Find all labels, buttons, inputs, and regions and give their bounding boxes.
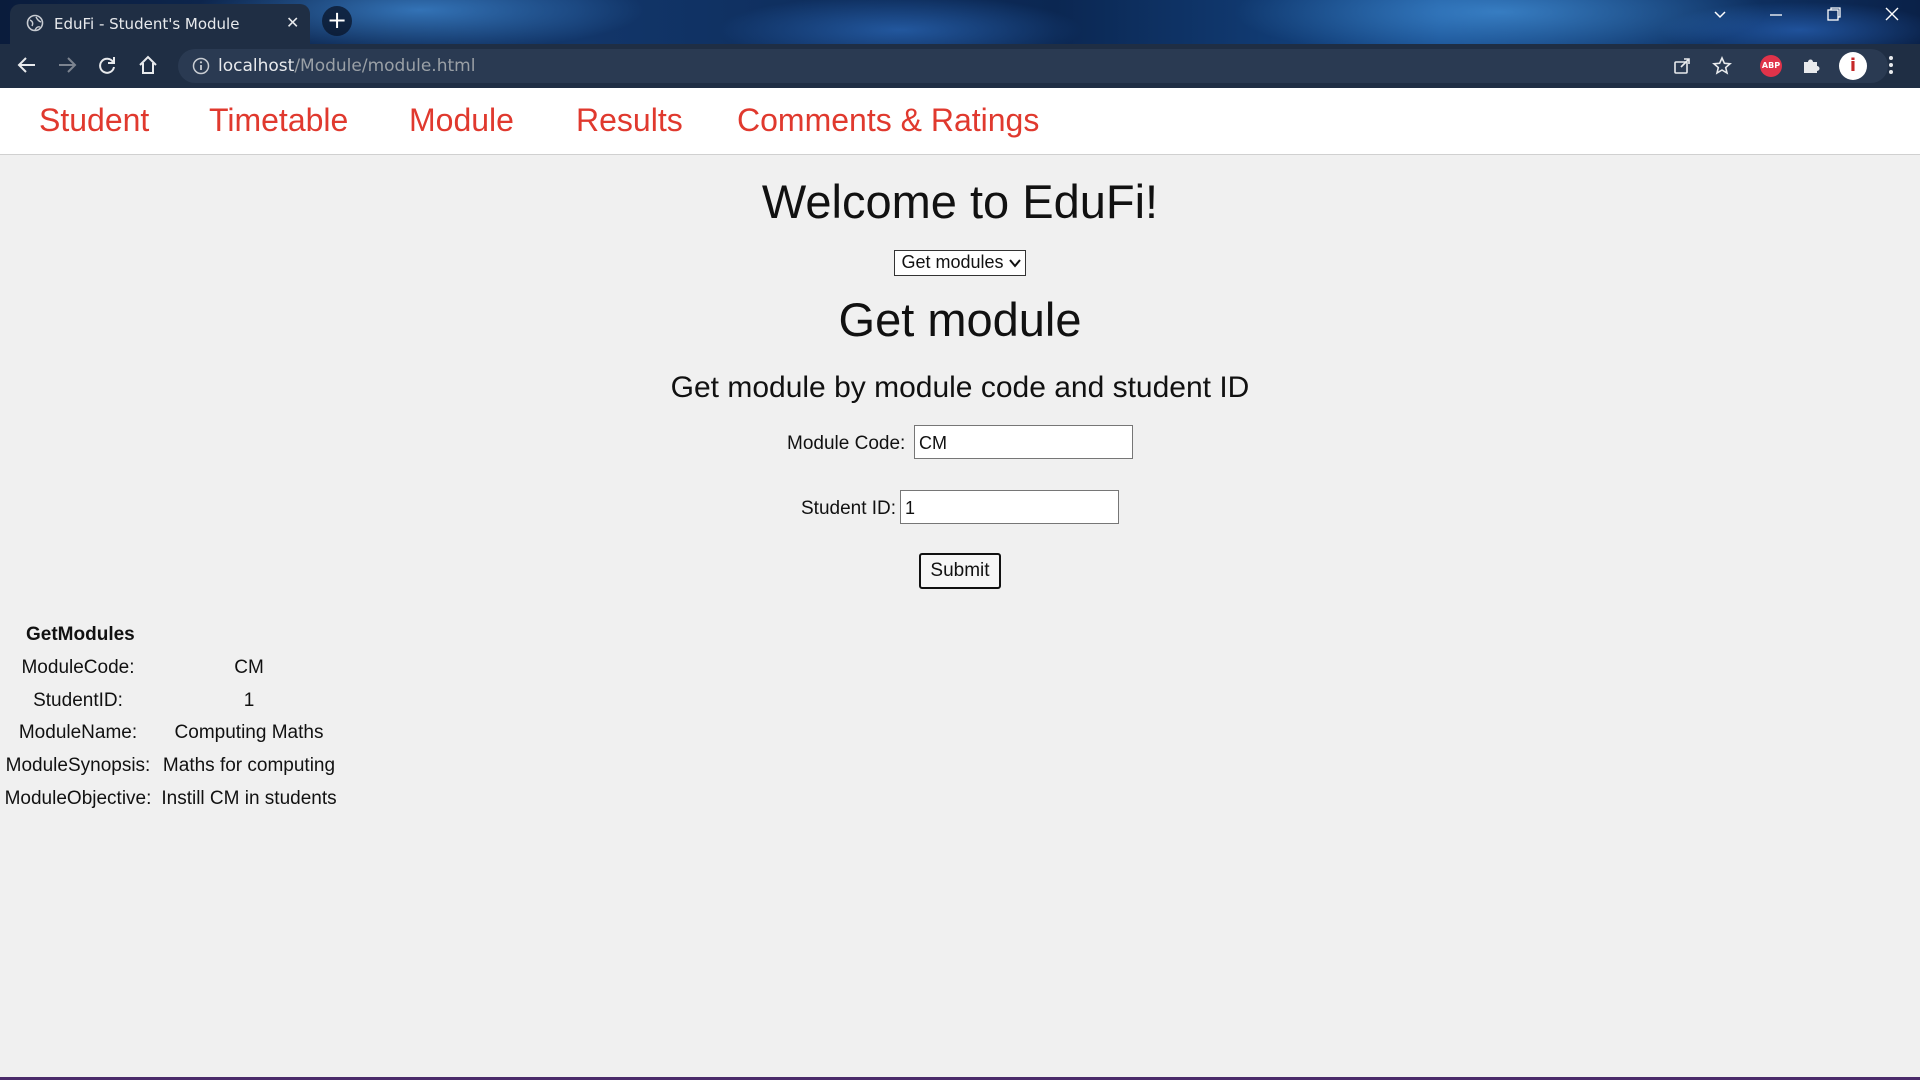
nav-timetable[interactable]: Timetable: [209, 102, 348, 139]
home-icon[interactable]: [137, 54, 159, 81]
browser-tab[interactable]: EduFi - Student's Module ✕: [10, 4, 310, 44]
share-icon[interactable]: [1672, 56, 1692, 80]
welcome-heading: Welcome to EduFi!: [761, 175, 1159, 228]
result-key: ModuleCode:: [21, 657, 135, 678]
student-id-row: Student ID: 1: [0, 490, 1920, 526]
minimize-icon[interactable]: [1768, 6, 1784, 26]
site-nav: Student Timetable Module Results Comment…: [0, 88, 1920, 155]
action-select[interactable]: Get modules: [894, 250, 1026, 276]
bookmark-star-icon[interactable]: [1712, 56, 1732, 80]
nav-module[interactable]: Module: [409, 102, 514, 139]
adblock-extension-icon[interactable]: ABP: [1760, 55, 1782, 77]
result-value: Instill CM in students: [161, 788, 337, 809]
tab-search-icon[interactable]: [1712, 6, 1728, 26]
profile-avatar-icon[interactable]: i: [1839, 52, 1867, 80]
student-id-label: Student ID:: [801, 498, 897, 519]
extensions-puzzle-icon[interactable]: [1800, 54, 1822, 80]
browser-tab-strip: EduFi - Student's Module ✕ +: [0, 0, 1920, 44]
reload-icon[interactable]: [96, 54, 118, 81]
back-icon[interactable]: [16, 54, 38, 81]
student-id-input[interactable]: 1: [900, 490, 1119, 524]
nav-results[interactable]: Results: [576, 102, 683, 139]
get-module-heading: Get module: [838, 293, 1082, 346]
url-text: localhost/Module/module.html: [218, 56, 475, 76]
result-value: Maths for computing: [162, 755, 336, 776]
browser-menu-icon[interactable]: [1888, 54, 1894, 80]
result-caption: GetModules: [26, 624, 135, 645]
restore-icon[interactable]: [1826, 6, 1842, 26]
get-module-subheading: Get module by module code and student ID: [670, 371, 1250, 404]
module-code-row: Module Code: CM: [0, 425, 1920, 461]
chevron-down-icon: [1008, 252, 1021, 272]
nav-comments-ratings[interactable]: Comments & Ratings: [737, 102, 1039, 139]
tab-title: EduFi - Student's Module: [54, 15, 240, 33]
result-key: ModuleObjective:: [4, 788, 152, 809]
forward-icon[interactable]: [56, 54, 78, 81]
nav-student[interactable]: Student: [39, 102, 149, 139]
url-path: /Module/module.html: [294, 56, 476, 76]
url-host: localhost: [218, 56, 295, 76]
new-tab-button[interactable]: +: [322, 6, 352, 36]
result-value: Computing Maths: [174, 722, 324, 743]
submit-button[interactable]: Submit: [919, 553, 1001, 589]
close-tab-icon[interactable]: ✕: [286, 13, 299, 32]
result-key: StudentID:: [33, 690, 123, 711]
select-wrapper: Get modules: [0, 250, 1920, 276]
globe-icon: [26, 14, 44, 36]
close-window-icon[interactable]: [1884, 6, 1900, 26]
result-key: ModuleName:: [18, 722, 138, 743]
result-value: 1: [243, 690, 255, 711]
module-code-input[interactable]: CM: [914, 425, 1133, 459]
result-value: CM: [234, 657, 264, 678]
action-select-value: Get modules: [901, 252, 1004, 272]
module-code-label: Module Code:: [787, 433, 906, 454]
result-key: ModuleSynopsis:: [5, 755, 151, 776]
site-info-icon[interactable]: [192, 57, 210, 79]
browser-toolbar: localhost/Module/module.html ABP i: [0, 44, 1920, 88]
address-bar[interactable]: localhost/Module/module.html: [178, 49, 1888, 83]
